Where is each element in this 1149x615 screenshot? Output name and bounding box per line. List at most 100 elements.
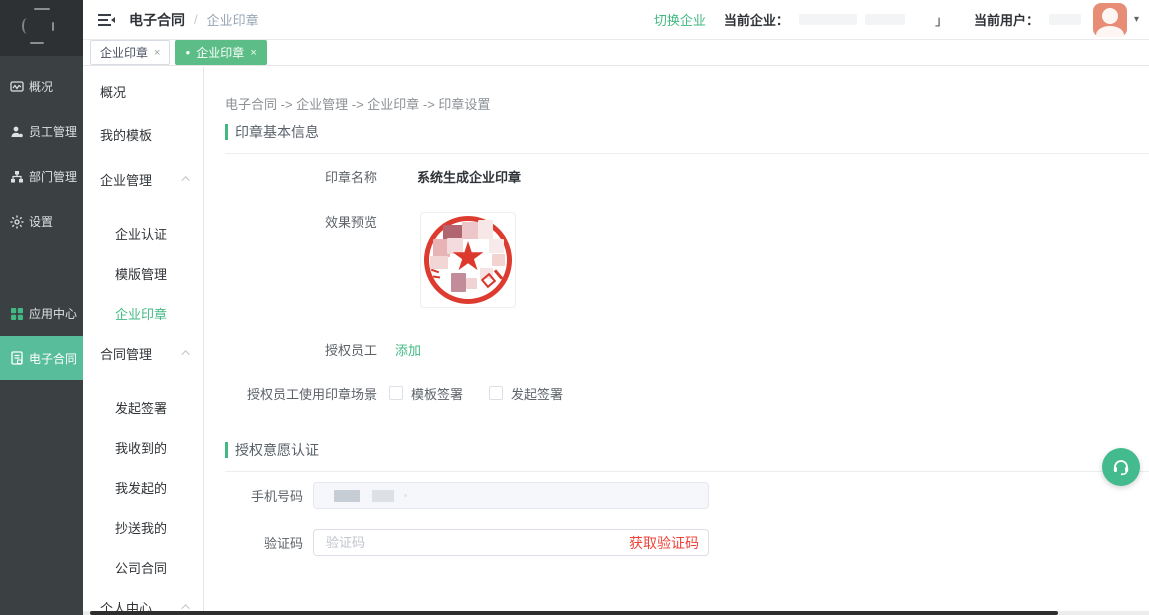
seal-name-value: 系统生成企业印章 [417, 167, 521, 186]
authorized-staff-label: 授权员工 [225, 340, 377, 359]
content-breadcrumb: 电子合同 -> 企业管理 -> 企业印章 -> 印章设置 [225, 94, 1149, 110]
switch-company-link[interactable]: 切换企业 [654, 10, 706, 29]
menu-item-template-management[interactable]: 模版管理 [83, 253, 203, 293]
tab-bar: 企业印章 × ● 企业印章 × [83, 40, 1149, 66]
main-content: 电子合同 -> 企业管理 -> 企业印章 -> 印章设置 印章基本信息 印章名称… [204, 67, 1149, 615]
user-avatar[interactable] [1093, 3, 1127, 37]
logo-mark [34, 8, 50, 10]
sidebar-item-overview[interactable]: 概况 [0, 64, 83, 109]
checkbox-label: 发起签署 [511, 384, 563, 403]
redacted-phone-block [404, 494, 407, 497]
menu-item-label: 企业管理 [100, 170, 152, 189]
form-row-seal-name: 印章名称 系统生成企业印章 [225, 167, 1149, 185]
e-contract-icon [9, 351, 24, 366]
sidebar-item-label: 员工管理 [29, 123, 77, 140]
checkbox-label: 模板签署 [411, 384, 463, 403]
code-input-wrap: 获取验证码 [313, 529, 709, 556]
form-row-seal-scene: 授权员工使用印章场景 模板签署 发起签署 [225, 384, 1149, 402]
logo-mark [30, 42, 44, 44]
form-row-code: 验证码 获取验证码 [225, 529, 1149, 556]
menu-item-label: 概况 [100, 82, 126, 101]
menu-item-received[interactable]: 我收到的 [83, 427, 203, 467]
header-app-title: 电子合同 [129, 10, 185, 30]
chevron-down-icon[interactable]: ▾ [1134, 14, 1139, 25]
sidebar-item-label: 应用中心 [29, 305, 77, 322]
menu-item-label: 我的模板 [100, 125, 152, 144]
avatar-body-shape [1096, 26, 1124, 37]
menu-item-my-templates[interactable]: 我的模板 [83, 114, 203, 154]
section-title-seal-info: 印章基本信息 [225, 124, 1149, 140]
menu-item-enterprise-certification[interactable]: 企业认证 [83, 213, 203, 253]
close-icon[interactable]: × [154, 47, 160, 59]
menu-item-label: 我发起的 [115, 478, 167, 497]
template-sign-checkbox[interactable] [389, 386, 403, 400]
redacted-company-name [799, 14, 857, 25]
chevron-up-icon [181, 350, 189, 358]
app-center-icon [9, 306, 24, 321]
redacted-phone-block [372, 490, 394, 502]
tab-enterprise-seal-active[interactable]: ● 企业印章 × [175, 40, 266, 65]
menu-item-label: 发起签署 [115, 398, 167, 417]
primary-nav: 概况 员工管理 部门管理 设置 [0, 56, 83, 380]
sidebar-item-label: 电子合同 [29, 350, 77, 367]
redacted-phone-block [334, 490, 360, 502]
initiate-sign-checkbox[interactable] [489, 386, 503, 400]
company-logo [0, 0, 83, 56]
headset-icon [1111, 457, 1131, 477]
checkbox-group-initiate-sign: 发起签署 [489, 384, 563, 403]
menu-item-overview[interactable]: 概况 [83, 71, 203, 111]
menu-item-cc-me[interactable]: 抄送我的 [83, 507, 203, 547]
sidebar-item-label: 部门管理 [29, 168, 77, 185]
form-row-preview: 效果预览 ★ [225, 212, 1149, 308]
form-row-phone: 手机号码 [225, 482, 1149, 509]
current-user-label: 当前用户： [974, 10, 1039, 29]
sidebar-item-app-center[interactable]: 应用中心 [0, 291, 83, 336]
logo-mark [22, 18, 32, 34]
scrollbar-thumb[interactable] [90, 611, 1058, 615]
preview-label: 效果预览 [225, 212, 377, 231]
seal-name-label: 印章名称 [225, 167, 377, 186]
divider [225, 471, 1149, 472]
seal-mosaic-block [466, 278, 477, 289]
menu-item-initiate-signing[interactable]: 发起签署 [83, 387, 203, 427]
menu-item-label: 我收到的 [115, 438, 167, 457]
settings-icon [9, 214, 24, 229]
menu-item-initiated[interactable]: 我发起的 [83, 467, 203, 507]
primary-sidebar: 概况 员工管理 部门管理 设置 [0, 0, 83, 615]
logo-mark [52, 22, 54, 31]
menu-item-enterprise-management[interactable]: 企业管理 [83, 159, 203, 199]
chevron-up-icon [181, 176, 189, 184]
phone-input-disabled [313, 482, 709, 509]
menu-item-label: 抄送我的 [115, 518, 167, 537]
tab-enterprise-seal[interactable]: 企业印章 × [90, 40, 170, 65]
sidebar-item-settings[interactable]: 设置 [0, 199, 83, 244]
collapse-menu-icon[interactable] [97, 12, 117, 28]
section-title-auth-will: 授权意愿认证 [225, 442, 1149, 458]
code-label: 验证码 [225, 533, 303, 552]
top-header: 电子合同 / 企业印章 切换企业 当前企业： 」 当前用户： ▾ [83, 0, 1149, 40]
menu-item-label: 企业认证 [115, 224, 167, 243]
get-code-button[interactable]: 获取验证码 [629, 533, 699, 553]
avatar-head-shape [1102, 8, 1118, 24]
checkbox-group-template-sign: 模板签署 [389, 384, 463, 403]
menu-item-enterprise-seal[interactable]: 企业印章 [83, 293, 203, 333]
sidebar-item-e-contract[interactable]: 电子合同 [0, 336, 83, 380]
menu-item-contract-management[interactable]: 合同管理 [83, 333, 203, 373]
scene-label: 授权员工使用印章场景 [225, 384, 377, 403]
company-name-suffix: 」 [935, 10, 948, 29]
add-staff-link[interactable]: 添加 [395, 340, 421, 359]
breadcrumb-separator: / [194, 12, 198, 27]
phone-label: 手机号码 [225, 486, 303, 505]
redacted-company-name [865, 14, 905, 25]
menu-item-label: 企业印章 [115, 304, 167, 323]
horizontal-scrollbar [83, 611, 1149, 615]
sidebar-item-employees[interactable]: 员工管理 [0, 109, 83, 154]
sidebar-item-label: 概况 [29, 78, 53, 95]
customer-service-button[interactable] [1102, 448, 1140, 486]
menu-item-label: 合同管理 [100, 344, 152, 363]
menu-item-company-contracts[interactable]: 公司合同 [83, 547, 203, 587]
seal-preview-image: ★ [420, 212, 516, 308]
close-icon[interactable]: × [250, 47, 256, 59]
sidebar-item-departments[interactable]: 部门管理 [0, 154, 83, 199]
secondary-sidebar: 概况 我的模板 企业管理 企业认证 模版管理 企业印章 合同管理 发起签署 我收… [83, 67, 204, 615]
